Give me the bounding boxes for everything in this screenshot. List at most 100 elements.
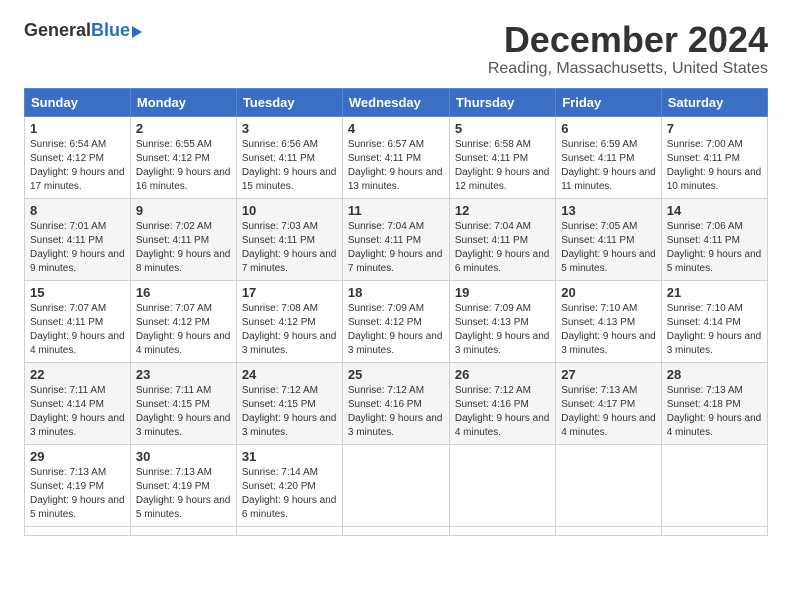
day-info: Sunrise: 7:02 AMSunset: 4:11 PMDaylight:… (136, 220, 231, 276)
day-number: 14 (667, 203, 762, 218)
day-number: 27 (561, 367, 656, 382)
calendar-cell (25, 526, 131, 535)
calendar-cell: 1Sunrise: 6:54 AMSunset: 4:12 PMDaylight… (25, 116, 131, 198)
calendar-cell: 21Sunrise: 7:10 AMSunset: 4:14 PMDayligh… (661, 280, 767, 362)
day-info: Sunrise: 7:04 AMSunset: 4:11 PMDaylight:… (455, 220, 550, 276)
calendar-cell (449, 444, 555, 526)
calendar-cell: 31Sunrise: 7:14 AMSunset: 4:20 PMDayligh… (236, 444, 342, 526)
logo-arrow-icon (132, 26, 142, 38)
day-info: Sunrise: 7:03 AMSunset: 4:11 PMDaylight:… (242, 220, 337, 276)
day-number: 28 (667, 367, 762, 382)
month-title: December 2024 (488, 20, 768, 60)
calendar-cell: 30Sunrise: 7:13 AMSunset: 4:19 PMDayligh… (130, 444, 236, 526)
day-info: Sunrise: 7:12 AMSunset: 4:16 PMDaylight:… (348, 384, 444, 440)
day-number: 20 (561, 285, 656, 300)
day-info: Sunrise: 6:55 AMSunset: 4:12 PMDaylight:… (136, 138, 231, 194)
calendar-cell: 6 Sunrise: 6:59 AMSunset: 4:11 PMDaylight… (556, 116, 662, 198)
calendar-weekday-header: Monday (130, 88, 236, 116)
logo-blue-text: Blue (91, 20, 130, 41)
day-number: 12 (455, 203, 550, 218)
day-info: Sunrise: 6:57 AMSunset: 4:11 PMDaylight:… (348, 138, 444, 194)
calendar-weekday-header: Wednesday (342, 88, 449, 116)
day-number: 21 (667, 285, 762, 300)
day-info: Sunrise: 7:13 AMSunset: 4:17 PMDaylight:… (561, 384, 656, 440)
day-number: 16 (136, 285, 231, 300)
calendar-cell: 22 Sunrise: 7:11 AMSunset: 4:14 PMDayligh… (25, 362, 131, 444)
day-info: Sunrise: 7:04 AMSunset: 4:11 PMDaylight:… (348, 220, 444, 276)
day-info: Sunrise: 7:10 AMSunset: 4:13 PMDaylight:… (561, 302, 656, 358)
day-number: 24 (242, 367, 337, 382)
calendar-cell: 28 Sunrise: 7:13 AMSunset: 4:18 PMDayligh… (661, 362, 767, 444)
calendar-row: 29 Sunrise: 7:13 AMSunset: 4:19 PMDayligh… (25, 444, 768, 526)
calendar-cell: 13 Sunrise: 7:05 AMSunset: 4:11 PMDayligh… (556, 198, 662, 280)
day-number: 5 (455, 121, 550, 136)
calendar-cell (342, 526, 449, 535)
calendar-row: 15Sunrise: 7:07 AMSunset: 4:11 PMDayligh… (25, 280, 768, 362)
calendar-cell (130, 526, 236, 535)
calendar-cell: 24 Sunrise: 7:12 AMSunset: 4:15 PMDayligh… (236, 362, 342, 444)
calendar-cell: 3 Sunrise: 6:56 AMSunset: 4:11 PMDaylight… (236, 116, 342, 198)
day-number: 6 (561, 121, 656, 136)
calendar-row (25, 526, 768, 535)
day-number: 23 (136, 367, 231, 382)
calendar-cell: 10 Sunrise: 7:03 AMSunset: 4:11 PMDayligh… (236, 198, 342, 280)
logo: General Blue (24, 20, 142, 41)
day-info: Sunrise: 7:13 AMSunset: 4:18 PMDaylight:… (667, 384, 762, 440)
calendar-cell: 7 Sunrise: 7:00 AMSunset: 4:11 PMDaylight… (661, 116, 767, 198)
day-info: Sunrise: 7:07 AMSunset: 4:11 PMDaylight:… (30, 302, 125, 358)
day-number: 2 (136, 121, 231, 136)
calendar-weekday-header: Thursday (449, 88, 555, 116)
day-number: 10 (242, 203, 337, 218)
day-info: Sunrise: 7:08 AMSunset: 4:12 PMDaylight:… (242, 302, 337, 358)
day-number: 29 (30, 449, 125, 464)
calendar-cell: 19Sunrise: 7:09 AMSunset: 4:13 PMDayligh… (449, 280, 555, 362)
day-number: 3 (242, 121, 337, 136)
calendar-cell: 5 Sunrise: 6:58 AMSunset: 4:11 PMDaylight… (449, 116, 555, 198)
header: General Blue December 2024 Reading, Mass… (24, 20, 768, 78)
calendar-cell (342, 444, 449, 526)
title-area: December 2024 Reading, Massachusetts, Un… (488, 20, 768, 78)
day-number: 22 (30, 367, 125, 382)
calendar-cell: 16Sunrise: 7:07 AMSunset: 4:12 PMDayligh… (130, 280, 236, 362)
logo-general-text: General (24, 20, 91, 41)
day-number: 18 (348, 285, 444, 300)
calendar-cell: 20 Sunrise: 7:10 AMSunset: 4:13 PMDayligh… (556, 280, 662, 362)
day-number: 25 (348, 367, 444, 382)
calendar-row: 8Sunrise: 7:01 AMSunset: 4:11 PMDaylight… (25, 198, 768, 280)
calendar-table: SundayMondayTuesdayWednesdayThursdayFrid… (24, 88, 768, 536)
day-info: Sunrise: 7:00 AMSunset: 4:11 PMDaylight:… (667, 138, 762, 194)
day-number: 13 (561, 203, 656, 218)
day-info: Sunrise: 7:12 AMSunset: 4:15 PMDaylight:… (242, 384, 337, 440)
day-number: 9 (136, 203, 231, 218)
calendar-cell: 4 Sunrise: 6:57 AMSunset: 4:11 PMDaylight… (342, 116, 449, 198)
day-info: Sunrise: 7:13 AMSunset: 4:19 PMDaylight:… (30, 466, 125, 522)
day-number: 26 (455, 367, 550, 382)
day-info: Sunrise: 7:11 AMSunset: 4:14 PMDaylight:… (30, 384, 125, 440)
day-info: Sunrise: 7:11 AMSunset: 4:15 PMDaylight:… (136, 384, 231, 440)
day-info: Sunrise: 6:59 AMSunset: 4:11 PMDaylight:… (561, 138, 656, 194)
calendar-cell: 29 Sunrise: 7:13 AMSunset: 4:19 PMDayligh… (25, 444, 131, 526)
calendar-cell: 8Sunrise: 7:01 AMSunset: 4:11 PMDaylight… (25, 198, 131, 280)
day-info: Sunrise: 6:56 AMSunset: 4:11 PMDaylight:… (242, 138, 337, 194)
calendar-cell: 11 Sunrise: 7:04 AMSunset: 4:11 PMDayligh… (342, 198, 449, 280)
calendar-row: 22 Sunrise: 7:11 AMSunset: 4:14 PMDayligh… (25, 362, 768, 444)
calendar-cell: 18Sunrise: 7:09 AMSunset: 4:12 PMDayligh… (342, 280, 449, 362)
calendar-cell (449, 526, 555, 535)
day-info: Sunrise: 6:58 AMSunset: 4:11 PMDaylight:… (455, 138, 550, 194)
day-info: Sunrise: 7:05 AMSunset: 4:11 PMDaylight:… (561, 220, 656, 276)
calendar-cell: 23 Sunrise: 7:11 AMSunset: 4:15 PMDayligh… (130, 362, 236, 444)
calendar-weekday-header: Sunday (25, 88, 131, 116)
calendar-cell: 9 Sunrise: 7:02 AMSunset: 4:11 PMDaylight… (130, 198, 236, 280)
day-number: 17 (242, 285, 337, 300)
day-number: 7 (667, 121, 762, 136)
calendar-cell: 2 Sunrise: 6:55 AMSunset: 4:12 PMDaylight… (130, 116, 236, 198)
calendar-cell: 14 Sunrise: 7:06 AMSunset: 4:11 PMDayligh… (661, 198, 767, 280)
day-info: Sunrise: 7:13 AMSunset: 4:19 PMDaylight:… (136, 466, 231, 522)
day-number: 11 (348, 203, 444, 218)
day-number: 19 (455, 285, 550, 300)
calendar-cell: 15Sunrise: 7:07 AMSunset: 4:11 PMDayligh… (25, 280, 131, 362)
calendar-cell (661, 444, 767, 526)
day-number: 4 (348, 121, 444, 136)
day-info: Sunrise: 6:54 AMSunset: 4:12 PMDaylight:… (30, 138, 125, 194)
day-info: Sunrise: 7:06 AMSunset: 4:11 PMDaylight:… (667, 220, 762, 276)
